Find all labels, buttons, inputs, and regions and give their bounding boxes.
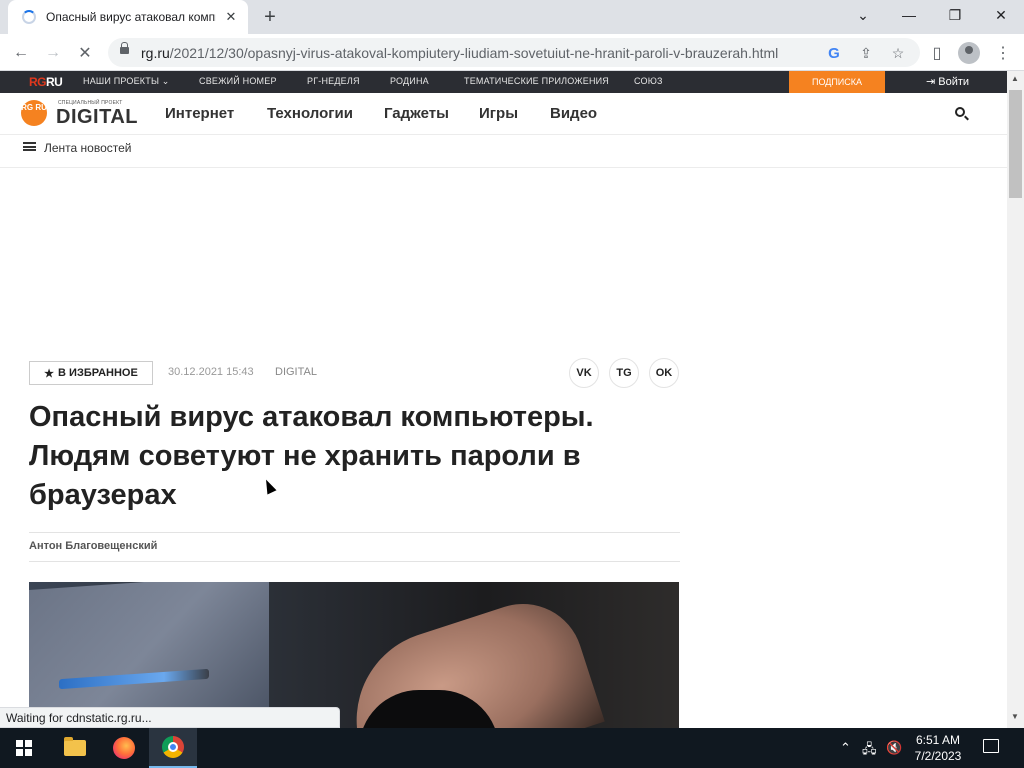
close-tab-icon[interactable]: ✕ <box>222 8 240 26</box>
folder-icon <box>64 737 86 756</box>
volume-muted-icon[interactable]: 🔇 <box>886 740 902 756</box>
google-translate-icon[interactable]: G <box>822 41 846 65</box>
site-top-bar: RGRU НАШИ ПРОЕКТЫ ⌄ СВЕЖИЙ НОМЕР РГ-НЕДЕ… <box>0 71 1007 93</box>
link-soyuz[interactable]: СОЮЗ <box>634 76 663 86</box>
link-fresh-issue[interactable]: СВЕЖИЙ НОМЕР <box>199 76 277 86</box>
browser-toolbar: ← → ✕ rg.ru/2021/12/30/opasnyj-virus-ata… <box>0 34 1024 71</box>
chrome-icon <box>162 736 184 758</box>
forward-icon[interactable]: → <box>40 40 66 66</box>
article-date: 30.12.2021 15:43 <box>168 366 254 378</box>
scrollbar-thumb[interactable] <box>1009 90 1022 198</box>
rgru-logo[interactable]: RGRU <box>29 75 63 89</box>
windows-logo-icon <box>16 740 32 756</box>
chrome-button[interactable] <box>149 728 197 768</box>
vk-share-icon[interactable]: VK <box>569 358 599 388</box>
loading-spinner-icon <box>22 10 36 24</box>
logo-ru: RU <box>46 75 63 89</box>
scroll-up-icon[interactable]: ▲ <box>1011 74 1019 83</box>
search-icon[interactable] <box>955 107 965 117</box>
firefox-button[interactable] <box>100 728 148 768</box>
logo-rg: RG <box>29 75 47 89</box>
start-button[interactable] <box>0 728 48 768</box>
divider <box>29 561 680 562</box>
notifications-icon[interactable] <box>983 739 999 753</box>
divider <box>29 532 680 533</box>
scroll-down-icon[interactable]: ▼ <box>1011 712 1019 721</box>
favorites-label: В ИЗБРАННОЕ <box>58 367 138 379</box>
tab-strip: Опасный вирус атаковал компьют ✕ + ⌄ — ❐… <box>0 0 1024 34</box>
minimize-button[interactable]: — <box>886 0 932 30</box>
browser-status-bar: Waiting for cdnstatic.rg.ru... <box>0 707 340 728</box>
subscribe-label: ПОДПИСКА <box>811 77 863 87</box>
article-rubric[interactable]: DIGITAL <box>275 366 317 378</box>
link-our-projects[interactable]: НАШИ ПРОЕКТЫ ⌄ <box>83 76 170 87</box>
news-feed-bar[interactable]: Лента новостей <box>0 135 1007 168</box>
main-nav: RG RU СПЕЦИАЛЬНЫЙ ПРОЕКТ DIGITAL Интерне… <box>0 93 1007 135</box>
news-feed-link[interactable]: Лента новостей <box>44 141 132 155</box>
url-host: rg.ru <box>141 45 170 61</box>
back-icon[interactable]: ← <box>8 40 34 66</box>
share-icon[interactable]: ⇪ <box>854 41 878 65</box>
article-title: Опасный вирус атаковал компьютеры. Людям… <box>29 401 594 511</box>
clock-date: 7/2/2023 <box>914 749 962 763</box>
windows-taskbar: ⌃ 🖧 🔇 6:51 AM 7/2/2023 <box>0 728 1024 768</box>
menu-kebab-icon[interactable]: ⋮ <box>990 40 1016 66</box>
clock-time: 6:51 AM <box>915 733 961 747</box>
tab-search-icon[interactable]: ⌄ <box>840 0 886 30</box>
nav-games[interactable]: Игры <box>479 105 518 122</box>
network-icon[interactable]: 🖧 <box>862 740 877 762</box>
system-clock[interactable]: 6:51 AM 7/2/2023 <box>906 732 970 764</box>
nav-internet[interactable]: Интернет <box>165 105 234 122</box>
link-thematic[interactable]: ТЕМАТИЧЕСКИЕ ПРИЛОЖЕНИЯ <box>464 76 609 86</box>
telegram-share-icon[interactable]: TG <box>609 358 639 388</box>
link-rodina[interactable]: РОДИНА <box>390 76 429 86</box>
nav-video[interactable]: Видео <box>550 105 597 122</box>
nav-gadgets[interactable]: Гаджеты <box>384 105 449 122</box>
login-button[interactable]: ⇥ Войти <box>926 75 969 88</box>
file-explorer-button[interactable] <box>51 728 99 768</box>
new-tab-button[interactable]: + <box>258 5 282 29</box>
article-author[interactable]: Антон Благовещенский <box>29 540 157 552</box>
show-hidden-icons-icon[interactable]: ⌃ <box>840 740 851 756</box>
url-text[interactable]: rg.ru/2021/12/30/opasnyj-virus-atakoval-… <box>141 45 778 61</box>
login-label: Войти <box>938 76 970 88</box>
stop-loading-icon[interactable]: ✕ <box>72 40 98 66</box>
close-window-button[interactable]: ✕ <box>978 0 1024 30</box>
browser-tab[interactable]: Опасный вирус атаковал компьют ✕ <box>8 0 248 34</box>
logo-digital[interactable]: DIGITAL <box>56 106 138 129</box>
firefox-icon <box>113 737 135 759</box>
address-bar[interactable]: rg.ru/2021/12/30/opasnyj-virus-atakoval-… <box>108 38 920 67</box>
url-path: /2021/12/30/opasnyj-virus-atakoval-kompi… <box>169 45 779 61</box>
profile-avatar[interactable] <box>958 42 980 64</box>
star-icon: ★ <box>44 367 55 380</box>
list-icon <box>23 142 36 151</box>
lock-icon[interactable] <box>120 42 129 57</box>
nav-technologies[interactable]: Технологии <box>267 105 353 122</box>
digital-logo-badge[interactable]: RG RU <box>21 100 47 126</box>
add-to-favorites-button[interactable]: ★ В ИЗБРАННОЕ <box>29 361 153 385</box>
subscribe-button[interactable]: ПОДПИСКА <box>789 71 885 93</box>
restore-button[interactable]: ❐ <box>932 0 978 30</box>
ok-share-icon[interactable]: OK <box>649 358 679 388</box>
bookmark-star-icon[interactable]: ☆ <box>886 41 910 65</box>
side-panel-icon[interactable]: ▯ <box>924 40 950 66</box>
link-rg-week[interactable]: РГ-НЕДЕЛЯ <box>307 76 360 86</box>
page-scrollbar[interactable]: ▲ ▼ <box>1007 71 1024 728</box>
tab-title: Опасный вирус атаковал компьют <box>46 10 216 24</box>
